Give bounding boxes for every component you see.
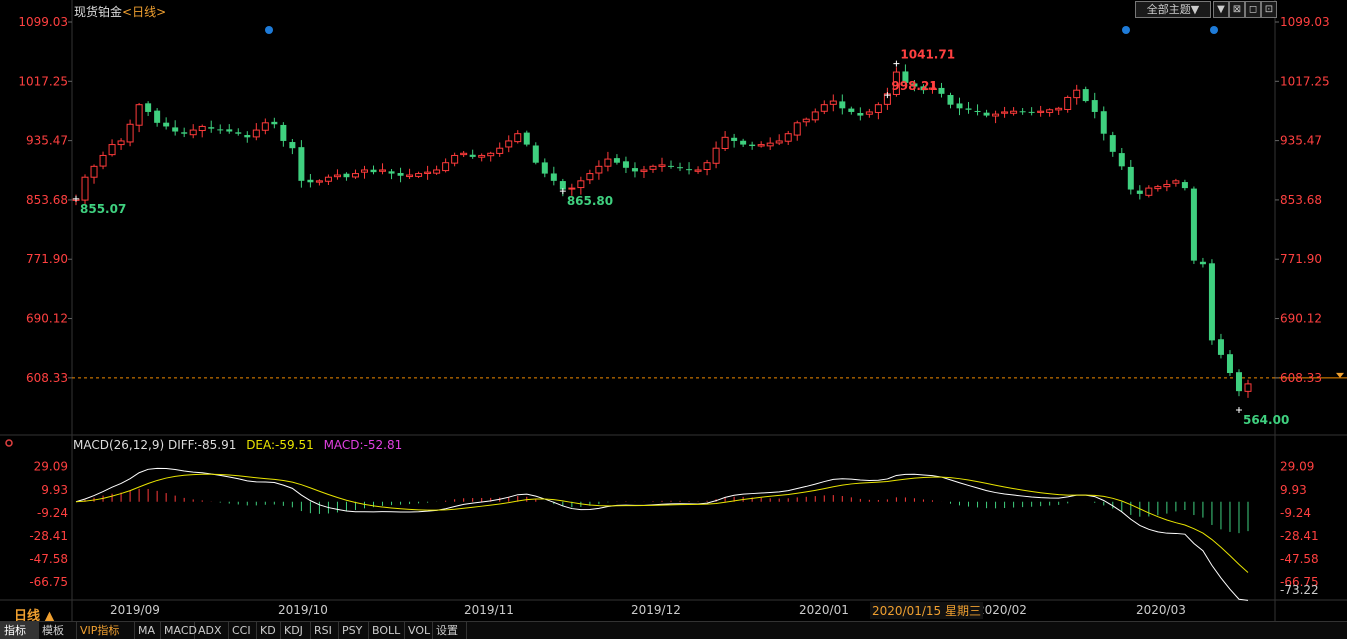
macd-tick-right: -73.22 xyxy=(1280,583,1319,597)
event-marker-icon xyxy=(1210,26,1218,34)
candle xyxy=(523,130,530,147)
macd-diff-value: DIFF:-85.91 xyxy=(167,438,237,452)
price-tick-left: 935.47 xyxy=(26,134,68,148)
macd-tick-right: -28.41 xyxy=(1280,529,1319,543)
macd-hist-value: MACD:-52.81 xyxy=(323,438,403,452)
tab-8[interactable]: KDJ xyxy=(280,622,311,639)
date-axis-label: 2019/11 xyxy=(464,603,514,617)
tab-13[interactable]: 设置 xyxy=(432,622,467,639)
restore-icon[interactable]: ◻ xyxy=(1245,1,1261,18)
macd-tick-left: 9.93 xyxy=(41,483,68,497)
macd-tick-left: 29.09 xyxy=(34,460,68,474)
indicator-tab-bar: 指标 模板 VIP指标 MA MACD ADX CCI KD KDJ RSI PSY BOLL VOL 设… xyxy=(0,621,1347,639)
chart-title: 现货铂金<日线> xyxy=(74,3,166,20)
dropdown-icon[interactable]: ▼ xyxy=(1213,1,1229,18)
timeframe-tag: <日线> xyxy=(122,5,167,19)
date-axis-label: 2020/03 xyxy=(1136,603,1186,617)
price-extreme-label: 564.00 xyxy=(1243,413,1289,427)
date-axis-label: 2019/12 xyxy=(631,603,681,617)
macd-legend: MACD(26,12,9) DIFF:-85.91 DEA:-59.51 MAC… xyxy=(73,438,402,452)
macd-tick-left: -47.58 xyxy=(29,552,68,566)
tab-10[interactable]: PSY xyxy=(338,622,369,639)
price-tick-right: 1099.03 xyxy=(1280,15,1330,29)
price-tick-left: 608.33 xyxy=(26,371,68,385)
candle xyxy=(298,140,305,188)
price-extreme-label: 855.07 xyxy=(80,202,126,216)
date-axis-label: 2020/02 xyxy=(977,603,1027,617)
tab-3[interactable]: MA xyxy=(134,622,161,639)
macd-params: MACD(26,12,9) xyxy=(73,438,165,452)
date-axis-label: 2019/10 xyxy=(278,603,328,617)
tab-5[interactable]: ADX xyxy=(194,622,229,639)
price-tick-left: 1099.03 xyxy=(18,15,68,29)
price-tick-left: 1017.25 xyxy=(18,74,68,88)
tab-6[interactable]: CCI xyxy=(228,622,257,639)
instrument-name: 现货铂金 xyxy=(74,5,123,19)
price-tick-left: 690.12 xyxy=(26,312,68,326)
tab-1[interactable]: 模板 xyxy=(38,622,77,639)
candle xyxy=(1190,186,1197,264)
maximize-icon[interactable]: ⊡ xyxy=(1261,1,1277,18)
macd-dea-value: DEA:-59.51 xyxy=(246,438,314,452)
macd-tick-right: 29.09 xyxy=(1280,460,1314,474)
tab-4[interactable]: MACD xyxy=(160,622,197,639)
price-tick-right: 1017.25 xyxy=(1280,74,1330,88)
macd-tick-right: 9.93 xyxy=(1280,483,1307,497)
tab-12[interactable]: VOL xyxy=(404,622,433,639)
price-tick-left: 853.68 xyxy=(26,193,68,207)
price-tick-right: 690.12 xyxy=(1280,312,1322,326)
price-extreme-label: 1041.71 xyxy=(900,48,955,62)
price-tick-right: 935.47 xyxy=(1280,134,1322,148)
close-panel-icon[interactable]: ⊠ xyxy=(1229,1,1245,18)
price-extreme-label: 998.21 xyxy=(891,79,937,93)
price-tick-left: 771.90 xyxy=(26,252,68,266)
tab-2[interactable]: VIP指标 xyxy=(76,622,135,639)
price-tick-right: 771.90 xyxy=(1280,252,1322,266)
tab-11[interactable]: BOLL xyxy=(368,622,405,639)
price-extreme-label: 865.80 xyxy=(567,194,613,208)
macd-tick-left: -28.41 xyxy=(29,529,68,543)
event-marker-icon xyxy=(1122,26,1130,34)
candle xyxy=(1208,259,1215,345)
theme-dropdown-button[interactable]: 全部主题▼ xyxy=(1135,1,1211,18)
date-axis-label: 2019/09 xyxy=(110,603,160,617)
tab-7[interactable]: KD xyxy=(256,622,281,639)
price-tick-right: 608.33 xyxy=(1280,371,1322,385)
price-tick-right: 853.68 xyxy=(1280,193,1322,207)
macd-tick-left: -66.75 xyxy=(29,575,68,589)
macd-tick-right: -47.58 xyxy=(1280,552,1319,566)
macd-tick-right: -9.24 xyxy=(1280,506,1311,520)
event-marker-icon xyxy=(265,26,273,34)
crosshair-date-tooltip: 2020/01/15 星期三 xyxy=(870,602,983,619)
date-axis-label: 2020/01 xyxy=(799,603,849,617)
tab-9[interactable]: RSI xyxy=(310,622,339,639)
candle xyxy=(81,174,89,205)
tab-0[interactable]: 指标 xyxy=(0,622,39,639)
macd-tick-left: -9.24 xyxy=(37,506,68,520)
candle xyxy=(532,142,539,165)
chart-area[interactable]: 998.21 855.07 865.80 1041.71 564.00 1099.03 1… xyxy=(0,0,1347,621)
